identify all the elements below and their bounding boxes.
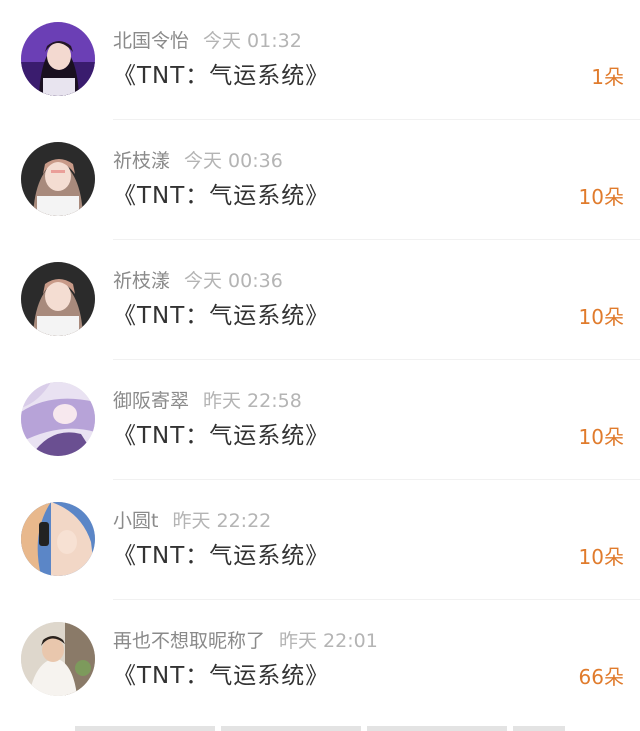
user-name[interactable]: 小圆t bbox=[113, 510, 158, 532]
avatar-image bbox=[21, 382, 95, 456]
timestamp: 昨天 22:22 bbox=[172, 510, 272, 532]
flower-count: 10朵 bbox=[578, 305, 624, 329]
list-item[interactable]: 祈枝漾 今天 00:36 《TNT：气运系统》 10朵 bbox=[0, 240, 640, 360]
flower-count: 10朵 bbox=[578, 425, 624, 449]
gift-meta: 北国令怡 今天 01:32 bbox=[113, 28, 302, 54]
timestamp: 今天 00:36 bbox=[184, 270, 283, 292]
flower-count: 66朵 bbox=[578, 665, 624, 689]
avatar-image bbox=[21, 22, 95, 96]
flower-count: 10朵 bbox=[578, 185, 624, 209]
timestamp: 今天 01:32 bbox=[203, 30, 302, 52]
gift-meta: 再也不想取昵称了 昨天 22:01 bbox=[113, 628, 378, 654]
avatar[interactable] bbox=[21, 382, 95, 456]
user-name[interactable]: 祈枝漾 bbox=[113, 150, 170, 172]
gift-meta: 小圆t 昨天 22:22 bbox=[113, 508, 271, 534]
avatar-image bbox=[21, 502, 95, 576]
book-title[interactable]: 《TNT：气运系统》 bbox=[113, 420, 329, 452]
list-item[interactable]: 祈枝漾 今天 00:36 《TNT：气运系统》 10朵 bbox=[0, 120, 640, 240]
book-title[interactable]: 《TNT：气运系统》 bbox=[113, 540, 329, 572]
timestamp: 昨天 22:01 bbox=[279, 630, 378, 652]
gift-meta: 御阪寄翠 昨天 22:58 bbox=[113, 388, 302, 414]
flower-count: 10朵 bbox=[578, 545, 624, 569]
user-name[interactable]: 北国令怡 bbox=[113, 30, 189, 52]
avatar[interactable] bbox=[21, 142, 95, 216]
avatar[interactable] bbox=[21, 22, 95, 96]
gift-meta: 祈枝漾 今天 00:36 bbox=[113, 148, 283, 174]
book-title[interactable]: 《TNT：气运系统》 bbox=[113, 60, 329, 92]
flower-count: 1朵 bbox=[591, 65, 624, 89]
user-name[interactable]: 御阪寄翠 bbox=[113, 390, 189, 412]
gift-list: 北国令怡 今天 01:32 《TNT：气运系统》 1朵 祈枝漾 今天 00:36 《… bbox=[0, 0, 640, 720]
list-item[interactable]: 再也不想取昵称了 昨天 22:01 《TNT：气运系统》 66朵 bbox=[0, 600, 640, 720]
avatar[interactable] bbox=[21, 262, 95, 336]
list-item[interactable]: 北国令怡 今天 01:32 《TNT：气运系统》 1朵 bbox=[0, 0, 640, 120]
avatar-image bbox=[21, 622, 95, 696]
avatar[interactable] bbox=[21, 622, 95, 696]
timestamp: 今天 00:36 bbox=[184, 150, 283, 172]
book-title[interactable]: 《TNT：气运系统》 bbox=[113, 300, 329, 332]
book-title[interactable]: 《TNT：气运系统》 bbox=[113, 660, 329, 692]
avatar-image bbox=[21, 142, 95, 216]
bottom-bar bbox=[75, 726, 565, 731]
avatar[interactable] bbox=[21, 502, 95, 576]
timestamp: 昨天 22:58 bbox=[203, 390, 302, 412]
user-name[interactable]: 再也不想取昵称了 bbox=[113, 630, 265, 652]
book-title[interactable]: 《TNT：气运系统》 bbox=[113, 180, 329, 212]
user-name[interactable]: 祈枝漾 bbox=[113, 270, 170, 292]
avatar-image bbox=[21, 262, 95, 336]
list-item[interactable]: 御阪寄翠 昨天 22:58 《TNT：气运系统》 10朵 bbox=[0, 360, 640, 480]
gift-meta: 祈枝漾 今天 00:36 bbox=[113, 268, 283, 294]
list-item[interactable]: 小圆t 昨天 22:22 《TNT：气运系统》 10朵 bbox=[0, 480, 640, 600]
